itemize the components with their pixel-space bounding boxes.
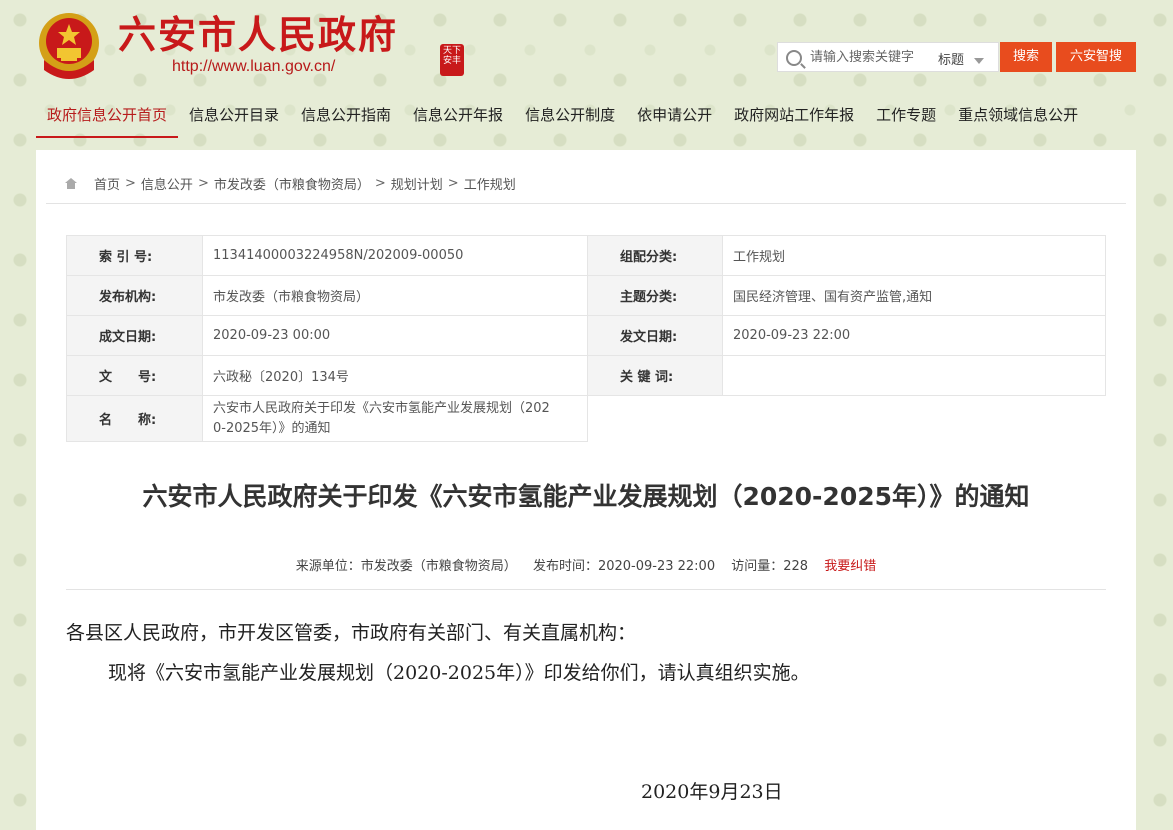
nav-item-website-report[interactable]: 政府网站工作年报 <box>723 96 865 136</box>
table-row: 发布机构: 市发改委（市粮食物资局） 主题分类: 国民经济管理、国有资产监管,通… <box>66 275 1106 316</box>
breadcrumb-separator: > <box>125 176 136 191</box>
seal-logo: 天下 安丰 <box>440 44 464 76</box>
title-divider <box>66 589 1106 590</box>
breadcrumb-work-plans[interactable]: 工作规划 <box>464 174 516 193</box>
meta-value: 六政秘〔2020〕134号 <box>202 355 588 396</box>
document-date: 2020年9月23日 <box>641 781 783 803</box>
site-title[interactable]: 六安市人民政府 <box>118 10 398 60</box>
search-icon <box>786 50 802 66</box>
document-title: 六安市人民政府关于印发《六安市氢能产业发展规划（2020-2025年）》的通知 <box>142 482 1030 511</box>
source-unit: 来源单位：市发改委（市粮食物资局） <box>295 559 517 574</box>
meta-value: 工作规划 <box>722 235 1106 276</box>
meta-label: 主题分类: <box>587 275 723 316</box>
nav-item-home[interactable]: 政府信息公开首页 <box>36 96 179 138</box>
chevron-down-icon <box>974 57 985 64</box>
meta-value: 市发改委（市粮食物资局） <box>202 275 588 316</box>
meta-label: 发布机构: <box>66 275 203 316</box>
nav-item-annual-report[interactable]: 信息公开年报 <box>402 96 514 136</box>
nav-item-topics[interactable]: 工作专题 <box>865 96 947 136</box>
smart-search-button[interactable]: 六安智搜 <box>1056 42 1136 72</box>
meta-label: 成文日期: <box>66 315 203 356</box>
main-nav: 政府信息公开首页 信息公开目录 信息公开指南 信息公开年报 信息公开制度 依申请… <box>36 96 1089 142</box>
name-line-2: 0-2025年）》的通知 <box>213 420 331 436</box>
table-row: 索 引 号: 11341400003224958N/202009-00050 组… <box>66 235 1106 276</box>
nav-item-catalog[interactable]: 信息公开目录 <box>178 96 290 136</box>
search-box: 标题 <box>777 42 999 72</box>
meta-value: 11341400003224958N/202009-00050 <box>202 235 588 276</box>
nav-item-rules[interactable]: 信息公开制度 <box>514 96 626 136</box>
table-row: 名 称: 六安市人民政府关于印发《六安市氢能产业发展规划（202 0-2025年… <box>66 395 1106 442</box>
meta-value: 六安市人民政府关于印发《六安市氢能产业发展规划（202 0-2025年）》的通知 <box>202 395 588 442</box>
report-error-link[interactable]: 我要纠错 <box>824 559 876 574</box>
search-button[interactable]: 搜索 <box>1000 42 1052 72</box>
national-emblem-icon <box>39 13 99 79</box>
breadcrumb-separator: > <box>447 176 459 191</box>
meta-value: 国民经济管理、国有资产监管,通知 <box>722 275 1106 316</box>
meta-value <box>722 355 1106 396</box>
breadcrumb-separator: > <box>374 176 386 191</box>
empty-cell <box>588 396 1106 442</box>
document-greeting: 各县区人民政府，市开发区管委，市政府有关部门、有关直属机构： <box>66 622 637 644</box>
breadcrumb-department[interactable]: 市发改委（市粮食物资局） <box>214 174 370 193</box>
breadcrumb-separator: > <box>197 176 209 191</box>
meta-label: 关 键 词: <box>587 355 723 396</box>
home-icon <box>64 178 78 189</box>
content-panel: 首页 > 信息公开 > 市发改委（市粮食物资局） > 规划计划 > 工作规划 索… <box>36 150 1136 830</box>
breadcrumb-divider <box>46 203 1126 204</box>
meta-label: 文 号: <box>66 355 203 396</box>
document-metadata-table: 索 引 号: 11341400003224958N/202009-00050 组… <box>66 235 1106 442</box>
search-scope-select[interactable]: 标题 <box>938 49 985 68</box>
nav-item-guide[interactable]: 信息公开指南 <box>290 96 402 136</box>
document-meta-line: 来源单位：市发改委（市粮食物资局） 发布时间：2020-09-23 22:00 … <box>36 555 1136 574</box>
publish-time: 发布时间：2020-09-23 22:00 <box>532 559 716 574</box>
nav-item-key-areas[interactable]: 重点领域信息公开 <box>947 96 1089 136</box>
search-input[interactable] <box>810 43 928 71</box>
meta-label: 组配分类: <box>587 235 723 276</box>
meta-label: 发文日期: <box>587 315 723 356</box>
site-url[interactable]: http://www.luan.gov.cn/ <box>172 58 335 76</box>
meta-label: 索 引 号: <box>66 235 203 276</box>
name-line-1: 六安市人民政府关于印发《六安市氢能产业发展规划（202 <box>213 400 550 416</box>
breadcrumb-home[interactable]: 首页 <box>94 174 120 193</box>
visit-count: 访问量：228 <box>731 559 809 574</box>
breadcrumb: 首页 > 信息公开 > 市发改委（市粮食物资局） > 规划计划 > 工作规划 <box>64 174 516 193</box>
search-scope-label: 标题 <box>938 53 965 68</box>
meta-value: 2020-09-23 00:00 <box>202 315 588 356</box>
breadcrumb-info[interactable]: 信息公开 <box>141 174 193 193</box>
meta-value: 2020-09-23 22:00 <box>722 315 1106 356</box>
meta-label: 名 称: <box>66 395 203 442</box>
nav-item-apply[interactable]: 依申请公开 <box>626 96 723 136</box>
table-row: 文 号: 六政秘〔2020〕134号 关 键 词: <box>66 355 1106 396</box>
table-row: 成文日期: 2020-09-23 00:00 发文日期: 2020-09-23 … <box>66 315 1106 356</box>
breadcrumb-plans[interactable]: 规划计划 <box>391 174 443 193</box>
document-body: 现将《六安市氢能产业发展规划（2020-2025年）》印发给你们，请认真组织实施… <box>108 662 810 684</box>
